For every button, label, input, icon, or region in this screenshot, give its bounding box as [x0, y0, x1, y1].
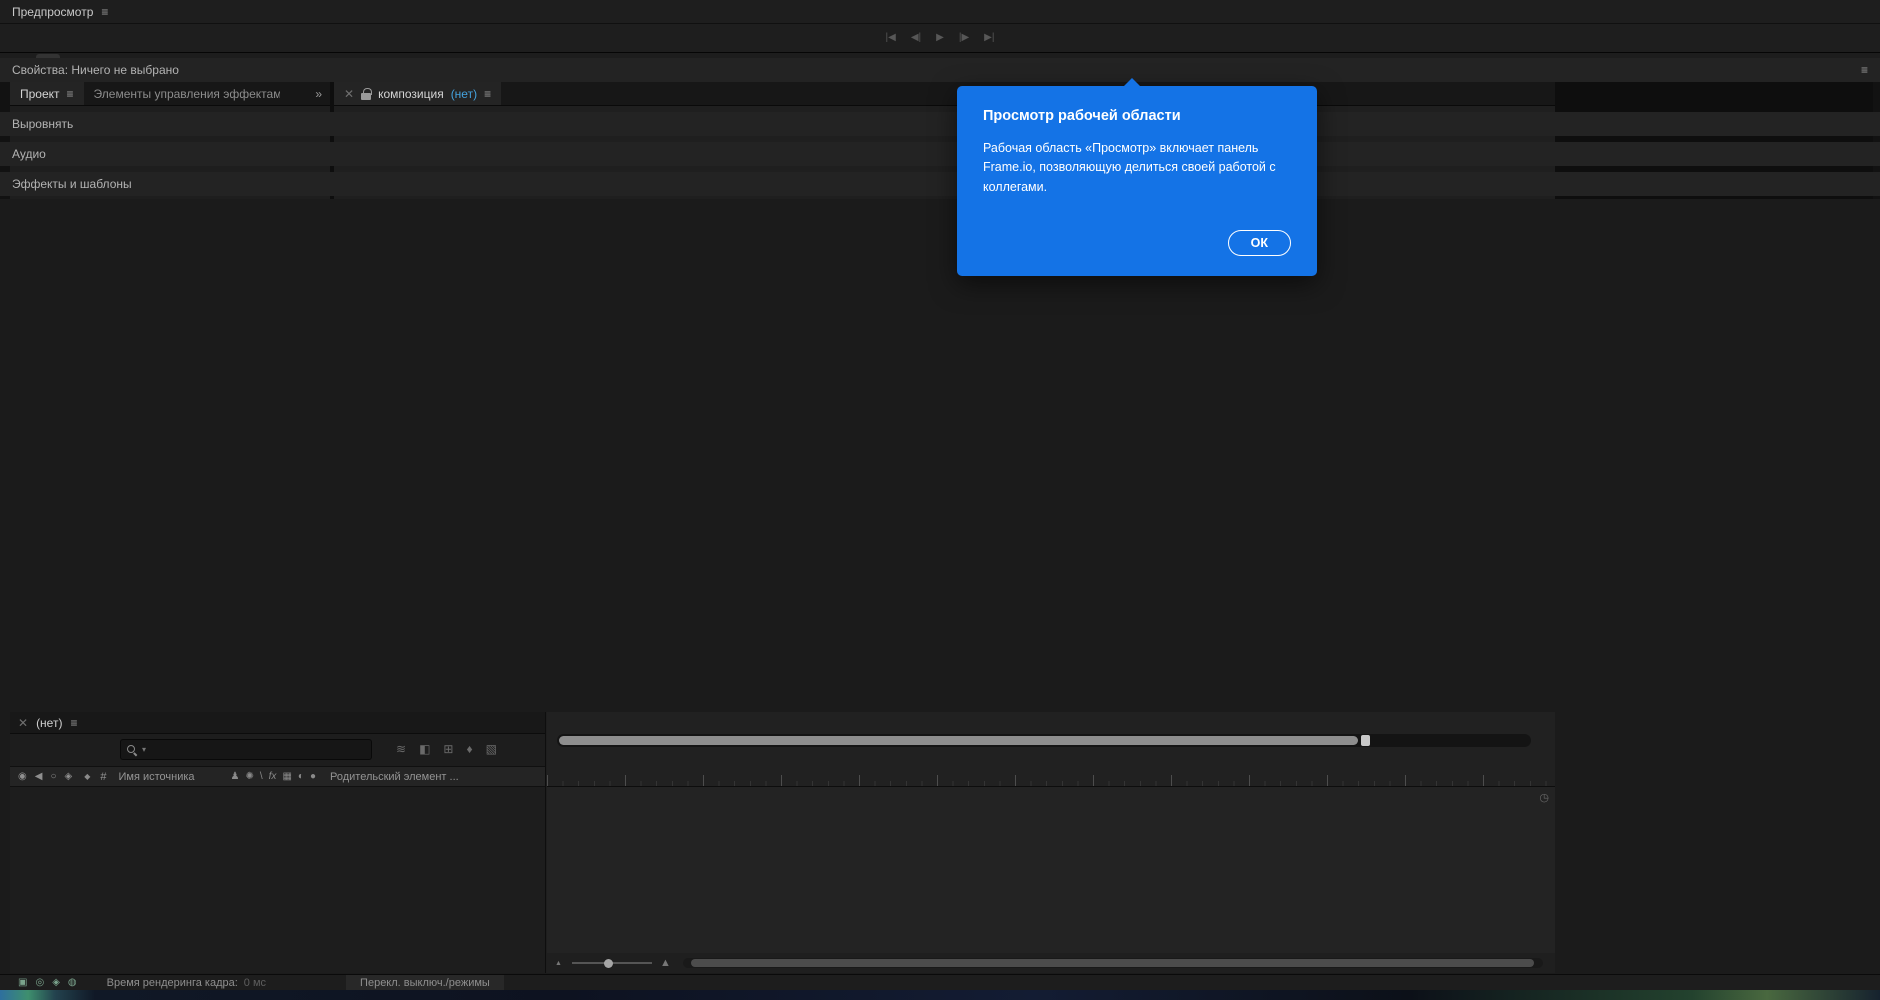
- track-area[interactable]: ◷: [547, 787, 1555, 953]
- gpu-status-icon[interactable]: ◎: [35, 977, 44, 988]
- timeline-column-headers: ◉ ◀ ○ ◈ ◆ # Имя источника ♟ ✺ \ fx ▦ ◐ ●: [10, 766, 545, 787]
- draft-3d-icon[interactable]: ◧: [419, 742, 430, 756]
- project-tabs-overflow-chevron[interactable]: »: [307, 82, 330, 105]
- render-time-value: 0 мс: [244, 977, 266, 989]
- timeline-zoom-bar: ▲ ▲: [547, 953, 1555, 973]
- cache-status-icon[interactable]: ◈: [52, 977, 60, 988]
- tab-project[interactable]: Проект ≡: [10, 82, 84, 105]
- shy-icon[interactable]: ♟: [231, 771, 240, 782]
- first-frame-button[interactable]: |◀: [886, 32, 896, 43]
- timeline-toolbar: ▾ ≋ ◧ ⊞ ♦ ▧: [10, 734, 545, 766]
- audio-panel-header[interactable]: Аудио: [0, 142, 1880, 166]
- tab-composition-status: (нет): [451, 87, 477, 101]
- layer-list-area[interactable]: [10, 788, 545, 973]
- tab-effect-controls-label: Элементы управления эффектами: [94, 87, 280, 101]
- timeline-panel-menu-icon[interactable]: ≡: [70, 716, 77, 730]
- preview-status-icon[interactable]: ◍: [68, 977, 77, 988]
- app-window: Ae Adobe After Effects 2024 - Безымянный…: [0, 0, 1880, 1000]
- effects-presets-panel-header[interactable]: Эффекты и шаблоны: [0, 172, 1880, 196]
- project-panel-menu-icon[interactable]: ≡: [67, 87, 74, 101]
- time-indicator-icon[interactable]: ◷: [1539, 791, 1549, 804]
- project-panel-tabs: Проект ≡ Элементы управления эффектами »: [10, 82, 330, 106]
- desktop-wallpaper-sliver: [0, 990, 1880, 1000]
- collapse-transformations-icon[interactable]: ✺: [245, 771, 253, 782]
- tab-composition[interactable]: ✕ композиция (нет) ≡: [334, 82, 501, 105]
- time-ruler[interactable]: [547, 750, 1555, 787]
- status-bar: ▣ ◎ ◈ ◍ Время рендеринга кадра: 0 мс Пер…: [0, 974, 1880, 990]
- motion-blur-icon[interactable]: ♦: [466, 742, 472, 756]
- align-panel-header[interactable]: Выровнять: [0, 112, 1880, 136]
- toggle-switches-modes-button[interactable]: Перекл. выключ./режимы: [346, 975, 504, 991]
- layer-switch-icons: ♟ ✺ \ fx ▦ ◐ ●: [231, 771, 316, 782]
- render-time-label: Время рендеринга кадра:: [107, 977, 238, 989]
- frame-blend-switch-icon[interactable]: ▦: [282, 771, 291, 782]
- zoom-in-mountain-icon[interactable]: ▲: [660, 957, 671, 969]
- review-workspace-dialog: Просмотр рабочей области Рабочая область…: [957, 86, 1317, 276]
- toggle-switches-modes-label: Перекл. выключ./режимы: [360, 977, 490, 989]
- preview-panel-label: Предпросмотр: [12, 5, 93, 19]
- adjustment-layer-icon[interactable]: ●: [310, 771, 316, 782]
- motion-blur-switch-icon[interactable]: ◐: [298, 771, 304, 782]
- time-navigator-knob[interactable]: [1361, 735, 1370, 746]
- effects-switch-icon[interactable]: fx: [269, 771, 277, 782]
- timeline-search-input[interactable]: ▾: [120, 739, 372, 760]
- tab-composition-label: композиция: [378, 87, 444, 101]
- play-button[interactable]: ▶: [936, 32, 944, 43]
- timeline-left-column: ✕ (нет) ≡ ▾ ≋ ◧ ⊞ ♦ ▧ ◉: [10, 712, 546, 973]
- timeline-tab-close-icon[interactable]: ✕: [18, 716, 28, 730]
- video-eye-icon[interactable]: ◉: [18, 771, 27, 782]
- preview-panel-tab[interactable]: Предпросмотр ≡: [0, 0, 1880, 24]
- quality-icon[interactable]: \: [260, 771, 263, 782]
- preview-panel-menu-icon[interactable]: ≡: [101, 5, 108, 19]
- effects-presets-label: Эффекты и шаблоны: [12, 177, 132, 191]
- scrollbar-handle[interactable]: [691, 959, 1534, 967]
- audio-speaker-icon[interactable]: ◀: [35, 771, 43, 782]
- ok-button[interactable]: ОК: [1228, 230, 1291, 256]
- solo-icon[interactable]: ○: [50, 771, 56, 782]
- timeline-tab[interactable]: ✕ (нет) ≡: [10, 712, 545, 734]
- composition-panel-tabs: ✕ композиция (нет) ≡: [334, 82, 1555, 106]
- source-name-column[interactable]: Имя источника: [118, 771, 194, 783]
- timeline-horizontal-scrollbar[interactable]: [683, 958, 1543, 968]
- search-caret-icon: ▾: [142, 745, 146, 754]
- audio-label: Аудио: [12, 147, 46, 161]
- timeline-panel: ✕ (нет) ≡ ▾ ≋ ◧ ⊞ ♦ ▧ ◉: [10, 712, 1555, 973]
- graph-editor-icon[interactable]: ▧: [486, 742, 497, 756]
- zoom-slider-knob[interactable]: [604, 959, 613, 968]
- frame-blending-icon[interactable]: ⊞: [443, 742, 453, 756]
- transport-controls: |◀ ◀| ▶ |▶ ▶|: [0, 24, 1880, 51]
- timeline-track-area: ◷ ▲ ▲: [547, 712, 1555, 973]
- status-icons: ▣ ◎ ◈ ◍: [0, 977, 77, 988]
- zoom-out-mountain-icon[interactable]: ▲: [555, 960, 562, 967]
- align-label: Выровнять: [12, 117, 73, 131]
- dialog-body-text: Рабочая область «Просмотр» включает пане…: [983, 139, 1283, 197]
- timeline-zoom-slider[interactable]: [572, 962, 652, 964]
- lock-icon[interactable]: [361, 93, 371, 100]
- dialog-title: Просмотр рабочей области: [983, 108, 1291, 124]
- lock-icon[interactable]: ◈: [64, 771, 72, 782]
- label-column-icon[interactable]: ◆: [84, 772, 90, 781]
- timeline-view-icons: ≋ ◧ ⊞ ♦ ▧: [396, 742, 497, 756]
- preview-panel: Предпросмотр ≡ |◀ ◀| ▶ |▶ ▶|: [0, 0, 1880, 52]
- tab-close-icon[interactable]: ✕: [344, 87, 354, 101]
- multi-frame-rendering-icon[interactable]: ▣: [18, 977, 27, 988]
- next-frame-button[interactable]: |▶: [959, 32, 969, 43]
- layer-number-column[interactable]: #: [100, 771, 106, 783]
- search-icon: [127, 744, 139, 756]
- tab-project-label: Проект: [20, 87, 60, 101]
- last-frame-button[interactable]: ▶|: [984, 32, 994, 43]
- tab-effect-controls[interactable]: Элементы управления эффектами: [84, 82, 280, 105]
- av-feature-icons: ◉ ◀ ○ ◈: [18, 771, 72, 782]
- properties-menu-icon[interactable]: ≡: [1861, 63, 1868, 77]
- properties-panel-header[interactable]: Свойства: Ничего не выбрано ≡: [0, 58, 1880, 82]
- timeline-tab-label: (нет): [36, 716, 62, 730]
- time-navigator-track[interactable]: [557, 734, 1531, 747]
- composition-panel-menu-icon[interactable]: ≡: [484, 87, 491, 101]
- time-navigator-handle[interactable]: [559, 736, 1358, 745]
- parent-link-column[interactable]: Родительский элемент ...: [330, 771, 458, 783]
- properties-label: Свойства: Ничего не выбрано: [12, 63, 179, 77]
- composition-flow-icon[interactable]: ≋: [396, 742, 406, 756]
- previous-frame-button[interactable]: ◀|: [911, 32, 921, 43]
